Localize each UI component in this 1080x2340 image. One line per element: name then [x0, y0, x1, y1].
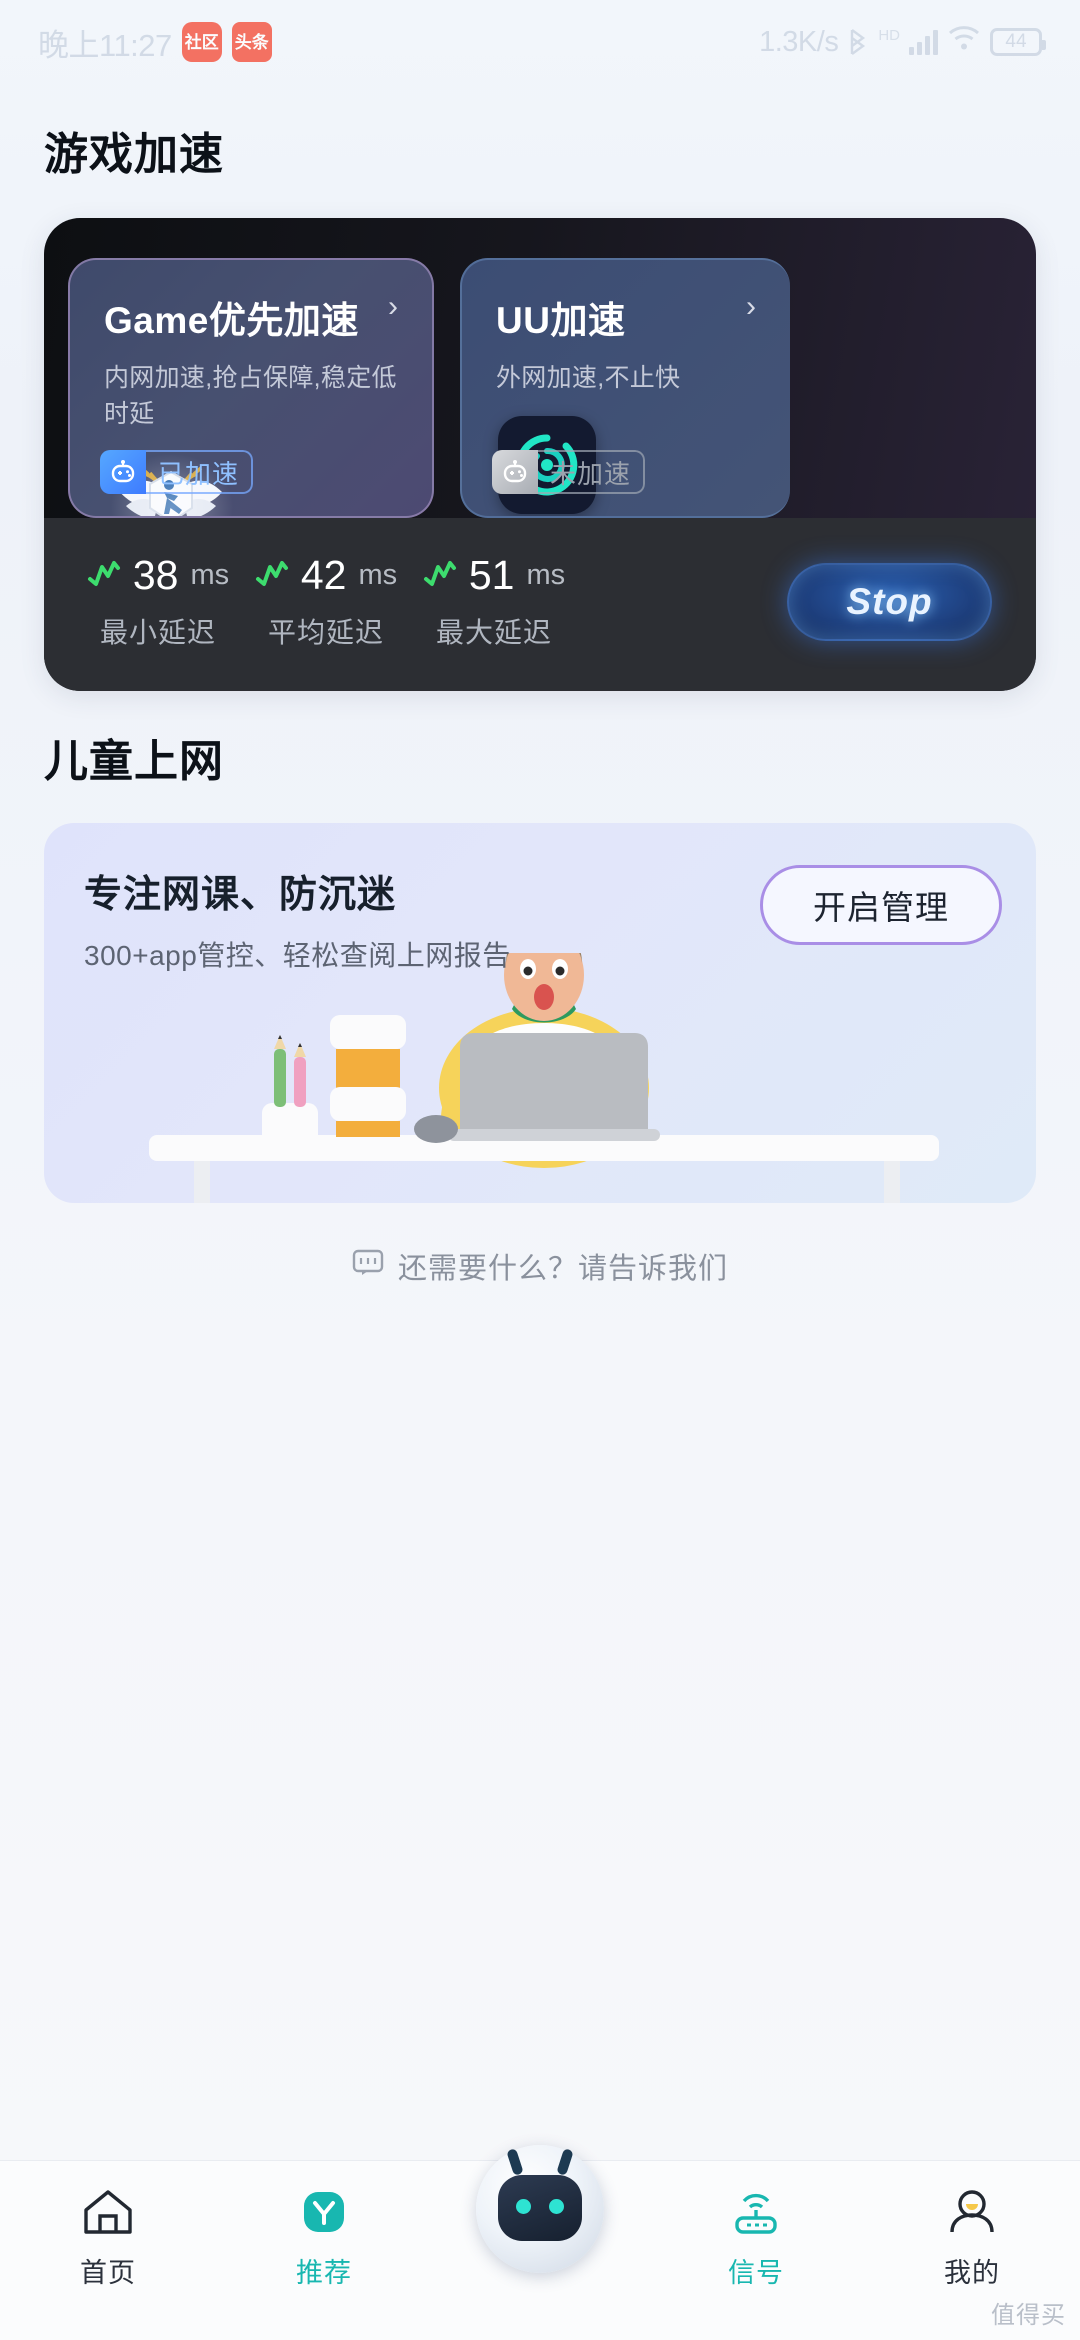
latency-label: 最小延迟: [99, 617, 216, 648]
enable-management-button[interactable]: 开启管理: [760, 865, 1002, 945]
status-badge-label: 已加速: [146, 450, 254, 494]
nav-label-profile: 我的: [944, 2258, 1000, 2288]
status-app-badge-community: 社区: [181, 22, 222, 62]
chat-bubble-icon: [352, 1248, 384, 1284]
latency-value: 42: [300, 552, 347, 598]
kid-at-laptop-illustration: [149, 953, 939, 1203]
latency-label: 平均延迟: [267, 617, 384, 648]
latency-value: 38: [132, 552, 179, 598]
accel-card-header: Game优先加速 ›: [104, 290, 398, 344]
chevron-right-icon[interactable]: ›: [378, 290, 398, 324]
bottom-navigation-bar: 首页 推荐 信号 我的: [0, 2145, 1080, 2340]
robot-face-icon: [100, 450, 146, 494]
recommend-y-icon: [296, 2183, 352, 2241]
latency-label: 最大延迟: [435, 617, 552, 648]
latency-stat-max: 51 ms 最大延迟: [410, 552, 578, 651]
home-icon: [80, 2183, 136, 2241]
latency-stats-strip: 38 ms 最小延迟 42 ms 平均延迟 51 ms 最大延迟 Stop: [44, 518, 1036, 691]
nav-item-signal[interactable]: 信号: [648, 2183, 864, 2290]
robot-mascot-icon[interactable]: [476, 2145, 604, 2273]
status-badge-label: 未加速: [538, 450, 646, 494]
status-app-badge-toutiao: 头条: [231, 22, 272, 62]
robot-face-icon: [492, 450, 538, 494]
accel-card-subtitle: 外网加速,不止快: [496, 364, 681, 392]
router-signal-icon: [725, 2183, 787, 2241]
accel-cards-row: Game优先加速 › 内网加速,抢占保障,稳定低时延 已加速 UU加速 › 外网…: [44, 218, 1036, 518]
pulse-up-icon: [255, 559, 289, 592]
nav-label-home: 首页: [80, 2258, 136, 2288]
wifi-icon: [947, 24, 981, 60]
watermark: 值得买: [991, 2302, 1066, 2329]
accel-card-header: UU加速 ›: [496, 290, 756, 344]
latency-unit: ms: [358, 559, 398, 591]
accel-card-title: Game优先加速: [104, 300, 359, 341]
status-bar-right: 1.3K/s HD 44: [759, 24, 1046, 60]
status-badge-not-accelerated: 未加速: [492, 450, 646, 494]
accel-card-game-priority[interactable]: Game优先加速 › 内网加速,抢占保障,稳定低时延 已加速: [68, 258, 434, 518]
pulse-up-icon: [87, 559, 121, 592]
latency-unit: ms: [190, 559, 230, 591]
feedback-row[interactable]: 还需要什么？请告诉我们: [0, 1245, 1080, 1287]
status-bar: 晚上11:27 社区 头条 1.3K/s HD 44: [0, 0, 1080, 84]
status-time: 晚上11:27: [38, 27, 172, 63]
chevron-right-icon[interactable]: ›: [736, 290, 756, 324]
signal-bars-icon: [909, 29, 938, 55]
pulse-up-icon: [423, 559, 457, 592]
kids-internet-card[interactable]: 专注网课、防沉迷 300+app管控、轻松查阅上网报告 开启管理: [44, 823, 1036, 1203]
latency-unit: ms: [526, 559, 566, 591]
latency-stat-min: 38 ms 最小延迟: [74, 552, 242, 651]
feedback-text: 还需要什么？请告诉我们: [397, 1253, 728, 1285]
nav-item-recommend[interactable]: 推荐: [216, 2183, 432, 2290]
battery-level: 44: [1005, 31, 1027, 52]
status-bar-left: 晚上11:27 社区 头条: [38, 20, 272, 65]
section-title-kids-internet: 儿童上网: [44, 737, 224, 786]
nav-item-profile[interactable]: 我的: [864, 2183, 1080, 2290]
latency-value: 51: [468, 552, 515, 598]
latency-stat-avg: 42 ms 平均延迟: [242, 552, 410, 651]
nav-label-signal: 信号: [728, 2258, 784, 2288]
nav-item-home[interactable]: 首页: [0, 2183, 216, 2290]
accel-card-subtitle: 内网加速,抢占保障,稳定低时延: [104, 364, 397, 428]
section-title-game-accel: 游戏加速: [44, 130, 224, 179]
stop-button[interactable]: Stop: [787, 562, 992, 641]
status-net-speed: 1.3K/s: [759, 25, 839, 58]
nav-label-recommend: 推荐: [296, 2258, 352, 2288]
battery-icon: 44: [990, 28, 1046, 56]
status-badge-accelerated: 已加速: [100, 450, 254, 494]
bluetooth-icon: [847, 27, 869, 57]
accel-card-title: UU加速: [496, 300, 626, 341]
nav-item-assistant[interactable]: [432, 2145, 648, 2283]
person-icon: [944, 2183, 1000, 2241]
accel-card-uu[interactable]: UU加速 › 外网加速,不止快 未加速: [460, 258, 790, 518]
game-accel-card: Game优先加速 › 内网加速,抢占保障,稳定低时延 已加速 UU加速 › 外网…: [44, 218, 1036, 691]
hd-label: HD: [878, 26, 900, 44]
